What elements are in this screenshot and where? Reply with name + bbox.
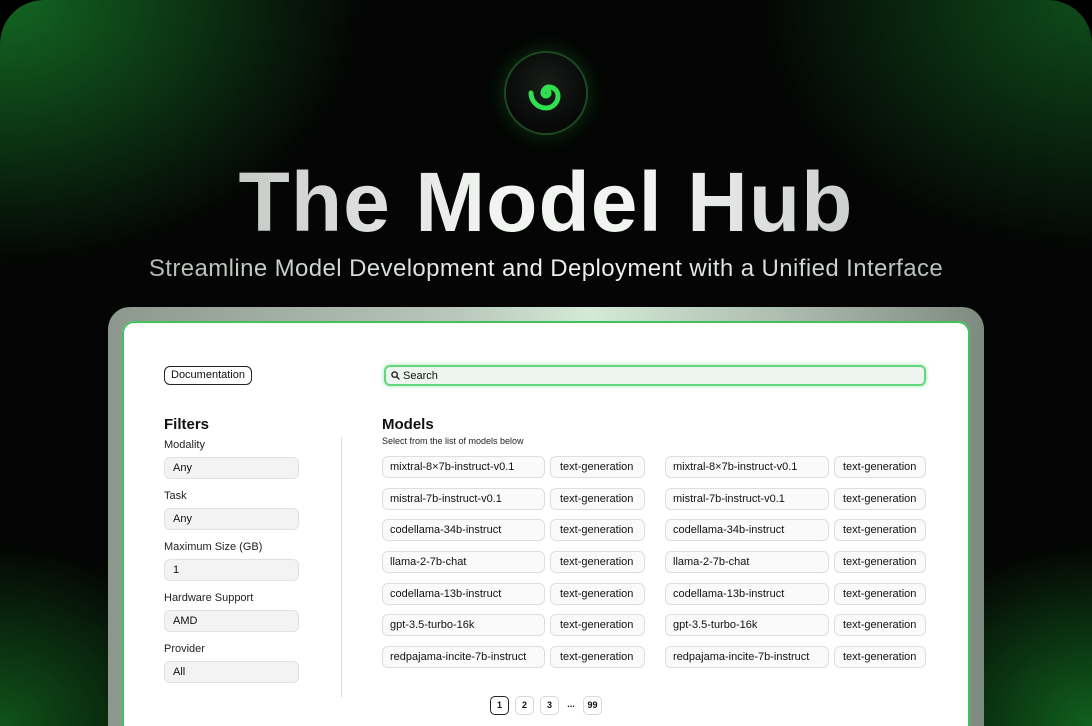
filter-max-size-label: Maximum Size (GB) <box>164 541 263 553</box>
model-name-chip[interactable]: mistral-7b-instruct-v0.1 <box>382 487 545 510</box>
model-name-chip[interactable]: redpajama-incite-7b-instruct <box>665 646 829 669</box>
model-task-chip[interactable]: text-generation <box>550 456 645 478</box>
model-task-chip[interactable]: text-generation <box>834 551 926 574</box>
model-task-chip[interactable]: text-generation <box>834 456 926 478</box>
filter-task-label: Task <box>164 490 187 502</box>
filter-modality-label: Modality <box>164 439 205 451</box>
model-name-chip[interactable]: codellama-13b-instruct <box>382 582 545 605</box>
filter-provider-select[interactable]: All <box>164 661 299 683</box>
page-button-3[interactable]: 3 <box>540 695 559 715</box>
models-subtitle: Select from the list of models below <box>382 436 524 446</box>
model-list: mixtral-8×7b-instruct-v0.1 text-generati… <box>382 456 942 678</box>
model-hub-panel: Documentation Filters Modality Any Task … <box>122 321 970 726</box>
model-name-chip[interactable]: gpt-3.5-turbo-16k <box>382 614 545 637</box>
model-name-chip[interactable]: gpt-3.5-turbo-16k <box>665 614 829 637</box>
model-name-chip[interactable]: mixtral-8×7b-instruct-v0.1 <box>665 456 829 478</box>
model-task-chip[interactable]: text-generation <box>550 582 645 605</box>
model-task-chip[interactable]: text-generation <box>834 614 926 637</box>
model-row: codellama-13b-instruct text-generation c… <box>382 582 942 615</box>
model-name-chip[interactable]: redpajama-incite-7b-instruct <box>382 646 545 669</box>
model-row: codellama-34b-instruct text-generation c… <box>382 519 942 551</box>
search-icon <box>391 371 400 380</box>
model-task-chip[interactable]: text-generation <box>834 487 926 510</box>
filter-provider-label: Provider <box>164 643 205 655</box>
page-button-2[interactable]: 2 <box>515 695 534 715</box>
sidebar-divider <box>341 437 342 697</box>
model-row: llama-2-7b-chat text-generation llama-2-… <box>382 551 942 583</box>
model-row: gpt-3.5-turbo-16k text-generation gpt-3.… <box>382 614 942 646</box>
pagination: 1 2 3 ... 99 <box>490 695 602 715</box>
search-input[interactable] <box>403 369 903 382</box>
pagination-ellipsis: ... <box>565 695 577 715</box>
model-task-chip[interactable]: text-generation <box>834 519 926 542</box>
model-row: mixtral-8×7b-instruct-v0.1 text-generati… <box>382 456 942 488</box>
search-bar[interactable] <box>384 365 926 386</box>
filter-hardware-select[interactable]: AMD <box>164 610 299 632</box>
spiral-logo-svg <box>528 84 561 111</box>
models-header: Models Select from the list of models be… <box>382 416 942 446</box>
model-name-chip[interactable]: mistral-7b-instruct-v0.1 <box>665 487 829 510</box>
model-row: mistral-7b-instruct-v0.1 text-generation… <box>382 487 942 520</box>
model-name-chip[interactable]: llama-2-7b-chat <box>382 551 545 574</box>
model-task-chip[interactable]: text-generation <box>550 614 645 637</box>
app-window-frame: Documentation Filters Modality Any Task … <box>108 307 984 726</box>
model-name-chip[interactable]: codellama-13b-instruct <box>665 582 829 605</box>
page-button-1[interactable]: 1 <box>490 695 509 715</box>
model-name-chip[interactable]: llama-2-7b-chat <box>665 551 829 574</box>
model-task-chip[interactable]: text-generation <box>550 646 645 669</box>
model-task-chip[interactable]: text-generation <box>834 582 926 605</box>
model-task-chip[interactable]: text-generation <box>550 519 645 542</box>
filter-max-size-input[interactable]: 1 <box>164 559 299 581</box>
filters-heading: Filters <box>164 416 210 433</box>
hero-background: The Model Hub Streamline Model Developme… <box>0 0 1092 726</box>
model-row: redpajama-incite-7b-instruct text-genera… <box>382 646 942 678</box>
model-name-chip[interactable]: codellama-34b-instruct <box>665 519 829 542</box>
page-title: The Model Hub <box>0 156 1092 248</box>
page-subtitle: Streamline Model Development and Deploym… <box>0 254 1092 284</box>
page-button-last[interactable]: 99 <box>583 695 602 715</box>
filters-sidebar: Filters Modality Any Task Any Maximum Si… <box>164 416 304 693</box>
model-task-chip[interactable]: text-generation <box>550 487 645 510</box>
model-task-chip[interactable]: text-generation <box>834 646 926 669</box>
model-name-chip[interactable]: codellama-34b-instruct <box>382 519 545 542</box>
documentation-button[interactable]: Documentation <box>164 366 252 385</box>
model-name-chip[interactable]: mixtral-8×7b-instruct-v0.1 <box>382 456 545 478</box>
models-heading: Models <box>382 416 434 433</box>
filter-modality-select[interactable]: Any <box>164 457 299 479</box>
spiral-logo-icon <box>506 53 586 133</box>
filter-task-select[interactable]: Any <box>164 508 299 530</box>
model-task-chip[interactable]: text-generation <box>550 551 645 574</box>
filter-hardware-label: Hardware Support <box>164 592 254 604</box>
